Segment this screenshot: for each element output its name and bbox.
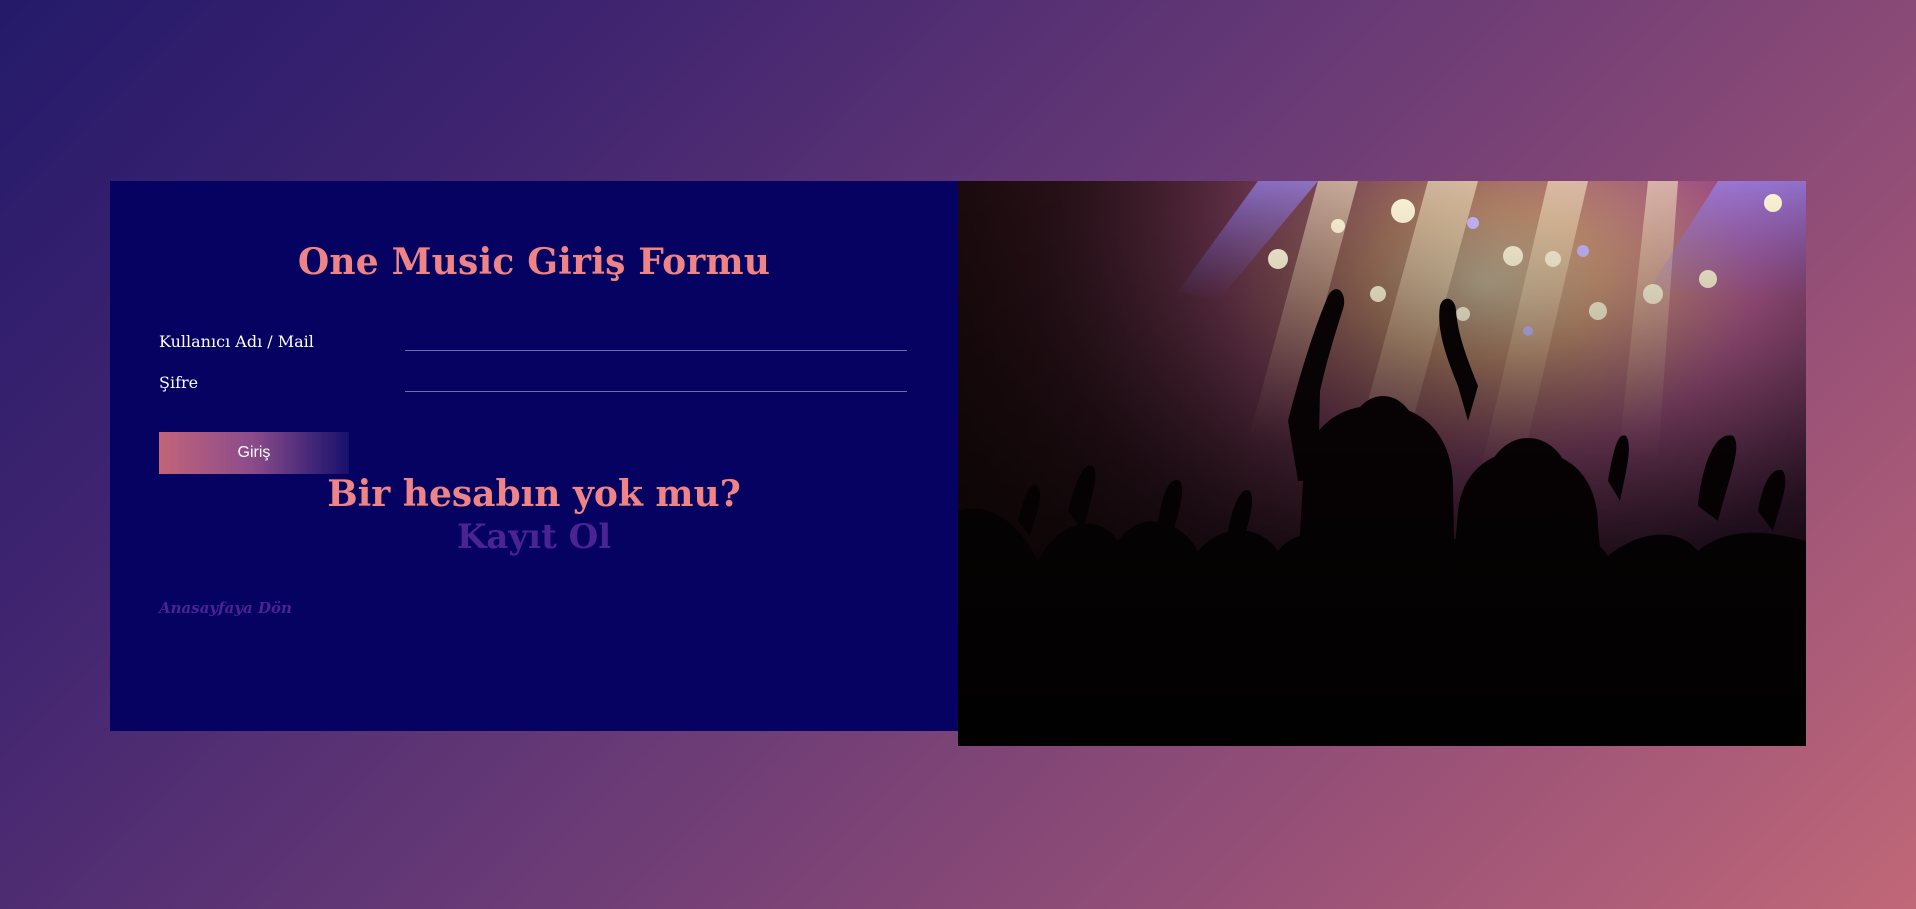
no-account-heading: Bir hesabın yok mu? [327,473,741,515]
login-button[interactable]: Giriş [159,432,349,474]
home-link[interactable]: Anasayfaya Dön [159,599,292,617]
username-input[interactable] [405,326,907,351]
concert-crowd-photo [958,181,1806,746]
register-link[interactable]: Kayıt Ol [110,517,958,557]
username-label: Kullanıcı Adı / Mail [159,332,314,351]
password-input[interactable] [405,367,907,392]
form-title: One Music Giriş Formu [297,241,771,283]
login-form-card: One Music Giriş Formu Kullanıcı Adı / Ma… [110,181,958,731]
password-label: Şifre [159,373,199,392]
